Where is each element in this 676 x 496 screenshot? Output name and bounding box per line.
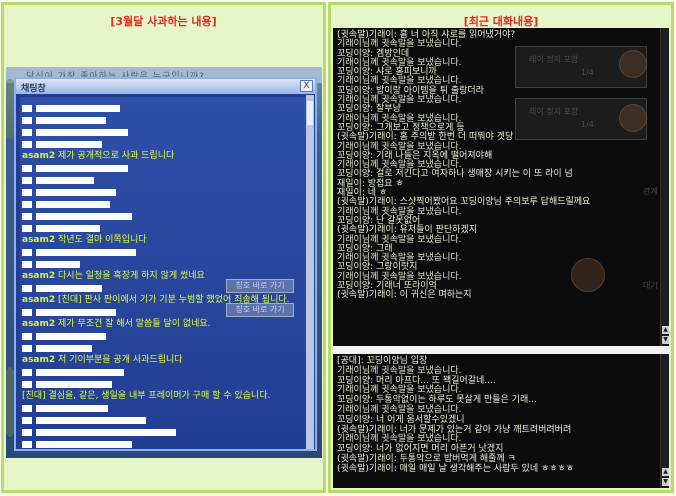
game-scene: 당신이 가장 좋아하는 사람은 누구입니까? 채팅창 X asam2 제가 공개… [6, 67, 322, 458]
chat-log-lines: (귓속말)기래이: 홈 너 아직 샤로를 읽어냈거야? 기래이님께 귓속말을 보냈… [337, 30, 590, 301]
close-button[interactable]: X [300, 80, 313, 92]
background-label: 관계 [643, 187, 658, 196]
left-screenshot-panel: [3월달 사과하는 내용] 당신이 가장 좋아하는 사람은 누구입니까? 채팅창… [1, 2, 326, 493]
chat-sender: asam2 [22, 151, 56, 161]
chat-message: asam2 저 기이부분을 공개 사과드립니다 [22, 355, 302, 366]
chat-text: 제가 공개적으로 사과 드립니다 [58, 151, 175, 161]
right-screenshot-panel: [최근 대화내용] 레이 정지 포함 1/4 레이 정지 포함 1/4 관계 대… [328, 2, 674, 493]
chat-log-lines: [공대]: 꼬딩이양님 입장 기래이님께 귓속말을 보냈습니다. 꼬딩이양: 머리 … [337, 356, 575, 475]
chat-log-bottom: [공대]: 꼬딩이양님 입장 기래이님께 귓속말을 보냈습니다. 꼬딩이양: 머리 … [333, 354, 669, 488]
chat-sender: asam2 [22, 355, 56, 365]
chat-sender: asam2 [22, 271, 56, 281]
chat-log-top: 레이 정지 포함 1/4 레이 정지 포함 1/4 관계 대기 (귓속말)기래이… [333, 28, 669, 346]
chat-text: 저 기이부분을 공개 사과드립니다 [58, 355, 183, 365]
chat-log-scrollbar[interactable]: ▲ ▼ [660, 28, 669, 346]
chat-text: [친대] 결심을, 같은, 생일을 내부 프레이머가 구매 할 수 있습니다. [22, 391, 271, 401]
chat-window: 채팅창 X asam2 제가 공개적으로 사과 드립니다 asam2 작년도 결… [14, 77, 317, 451]
chat-message: asam2 제가 무조건 잘 해서 말씀들 달이 없네요. [22, 319, 302, 330]
right-caption: [최근 대화내용] [463, 15, 539, 28]
divider [333, 346, 669, 354]
chat-text: 작년도 결마 이쪽입니다 [58, 235, 147, 245]
chat-sender: asam2 [22, 295, 56, 305]
chat-text: 제가 무조건 잘 해서 말씀들 달이 없네요. [58, 319, 211, 329]
chat-log-line: (귓속말)기래이: 매일 매일 날 생각해주는 사람두 있네 ㅎㅎㅎㅎ [337, 463, 575, 474]
scroll-thumb[interactable] [307, 101, 313, 125]
background-badge [619, 50, 647, 78]
chat-title-bar[interactable]: 채팅창 X [16, 79, 315, 94]
chat-sender: asam2 [22, 319, 56, 329]
left-caption: [3월달 사과하는 내용] [110, 15, 217, 28]
chat-message: [친대] 결심을, 같은, 생일을 내부 프레이머가 구매 할 수 있습니다. [22, 391, 302, 402]
chat-scrollbar[interactable] [306, 95, 314, 449]
background-badge [619, 104, 647, 132]
chat-text: 다시는 일청을 흑장게 하지 않게 썼네요 [58, 271, 205, 281]
ghost-button: 칭호 바로 가기 [226, 279, 294, 293]
chat-message: asam2 제가 공개적으로 사과 드립니다 [22, 151, 302, 162]
scroll-down-icon[interactable]: ▼ [662, 478, 669, 486]
ghost-button: 칭호 바로 가기 [226, 303, 294, 317]
chat-message: asam2 작년도 결마 이쪽입니다 [22, 235, 302, 246]
chat-sender: asam2 [22, 235, 56, 245]
chat-log-line: (귓속말)기래이: 이 귀신은 며하는지 [337, 290, 472, 301]
scroll-down-icon[interactable]: ▼ [662, 336, 669, 344]
chat-body: asam2 제가 공개적으로 사과 드립니다 asam2 작년도 결마 이쪽입니… [20, 97, 306, 449]
background-label: 대기 [643, 281, 658, 290]
chat-log-scrollbar[interactable]: ▲ ▼ [660, 354, 669, 488]
chat-title: 채팅창 [21, 84, 46, 94]
scroll-up-icon[interactable]: ▲ [662, 468, 669, 476]
scroll-up-icon[interactable]: ▲ [662, 326, 669, 334]
